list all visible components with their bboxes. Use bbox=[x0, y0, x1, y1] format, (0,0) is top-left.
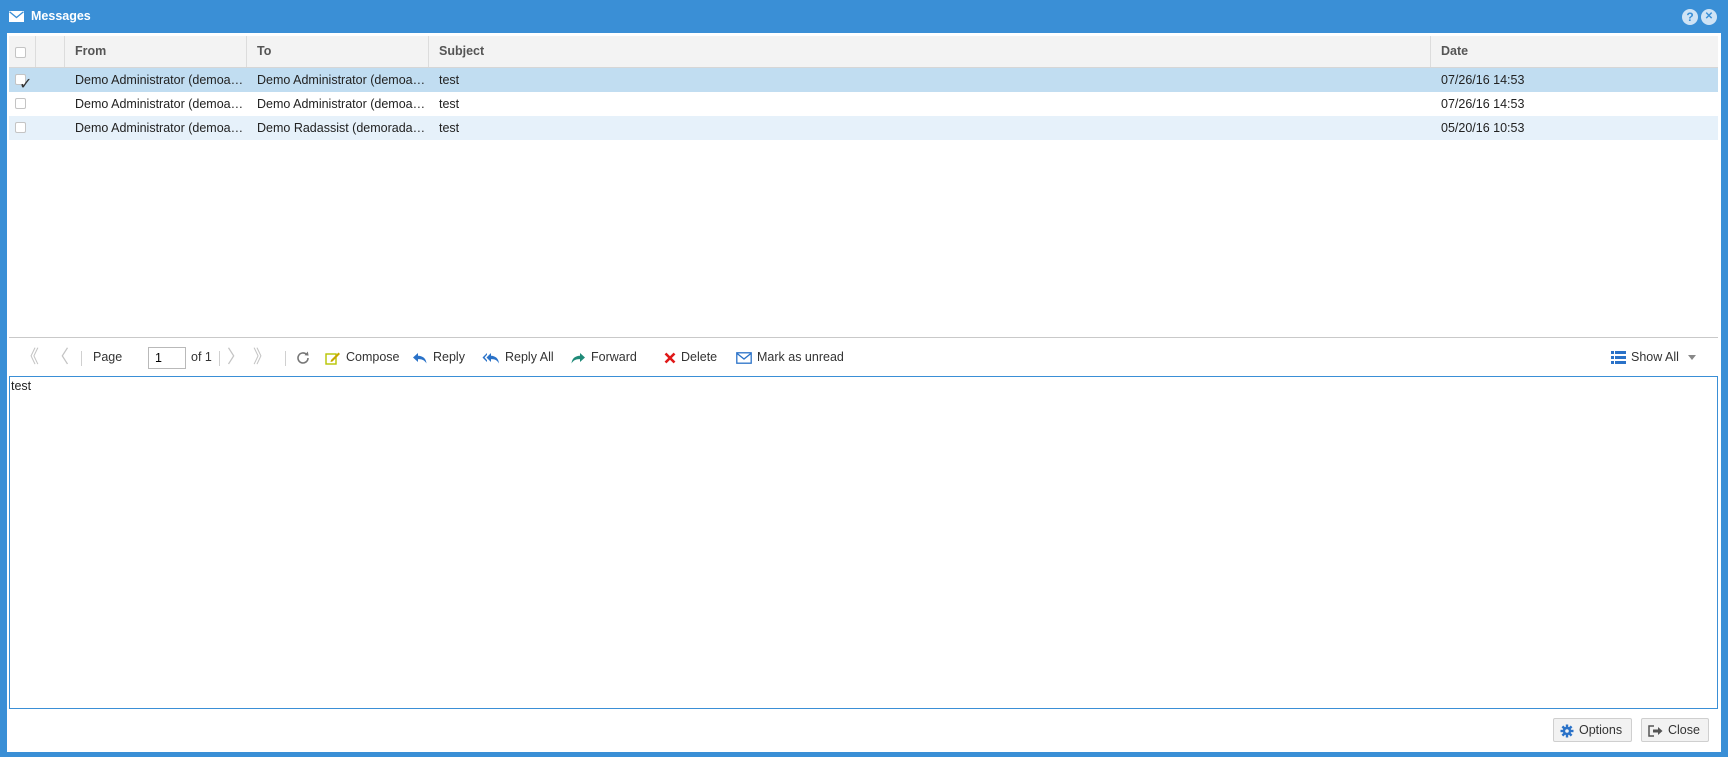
reply-button[interactable]: Reply bbox=[412, 339, 465, 375]
last-page-icon[interactable]: 》 bbox=[253, 339, 271, 375]
prev-page-icon[interactable]: 〈 bbox=[51, 339, 69, 375]
help-icon[interactable]: ? bbox=[1682, 9, 1698, 25]
reply-all-button[interactable]: Reply All bbox=[482, 339, 554, 375]
cell-from: Demo Administrator (demoa… bbox=[75, 121, 244, 135]
reply-all-icon bbox=[482, 352, 499, 364]
page-label: Page bbox=[93, 350, 123, 364]
compose-label: Compose bbox=[346, 350, 400, 364]
table-row[interactable]: Demo Administrator (demoa… Demo Administ… bbox=[9, 92, 1718, 116]
delete-label: Delete bbox=[681, 350, 718, 364]
reply-icon bbox=[413, 352, 427, 364]
row-checkbox[interactable] bbox=[15, 122, 26, 133]
compose-icon bbox=[325, 352, 340, 365]
toolbar-separator bbox=[285, 351, 286, 366]
select-all-checkbox[interactable] bbox=[15, 47, 26, 58]
message-grid: From To Subject Date ✓ Demo Administrato… bbox=[9, 36, 1718, 336]
column-to[interactable]: To bbox=[247, 36, 429, 67]
column-date[interactable]: Date bbox=[1431, 36, 1718, 67]
row-select-cell bbox=[9, 116, 65, 140]
next-page-icon[interactable]: 〉 bbox=[227, 339, 245, 375]
delete-button[interactable]: Delete bbox=[664, 339, 717, 375]
column-from[interactable]: From bbox=[65, 36, 247, 67]
splitter[interactable] bbox=[9, 337, 1718, 338]
checkmark-icon: ✓ bbox=[19, 76, 33, 93]
window-body: From To Subject Date ✓ Demo Administrato… bbox=[7, 33, 1721, 752]
cell-subject: test bbox=[439, 73, 460, 87]
toolbar-separator bbox=[81, 351, 82, 366]
cell-subject: test bbox=[439, 121, 460, 135]
page-of-label: of 1 bbox=[191, 350, 212, 364]
gear-icon bbox=[1560, 724, 1574, 738]
message-preview[interactable]: test bbox=[9, 376, 1718, 709]
table-row[interactable]: Demo Administrator (demoa… Demo Radassis… bbox=[9, 116, 1718, 140]
window-title: Messages bbox=[31, 9, 91, 23]
first-page-icon[interactable]: 《 bbox=[21, 339, 39, 375]
grid-header: From To Subject Date bbox=[9, 36, 1718, 68]
delete-icon bbox=[664, 352, 676, 364]
show-all-label: Show All bbox=[1631, 350, 1679, 364]
messages-window: Messages ? ✕ From To Subject Date ✓ Demo… bbox=[0, 0, 1728, 757]
reply-all-label: Reply All bbox=[505, 350, 554, 364]
mail-icon bbox=[9, 11, 24, 22]
table-row[interactable]: ✓ Demo Administrator (demoa… Demo Admini… bbox=[9, 68, 1718, 92]
title-bar: Messages ? ✕ bbox=[0, 0, 1728, 32]
cell-to: Demo Administrator (demoa… bbox=[257, 73, 426, 87]
message-toolbar: 《 〈 Page of 1 〉 》 Compose bbox=[9, 339, 1718, 375]
preview-body: test bbox=[11, 379, 32, 393]
refresh-button[interactable] bbox=[295, 339, 316, 375]
list-icon bbox=[1611, 351, 1626, 365]
chevron-down-icon bbox=[1688, 355, 1697, 361]
refresh-icon bbox=[297, 351, 309, 364]
forward-label: Forward bbox=[591, 350, 637, 364]
mark-unread-button[interactable]: Mark as unread bbox=[736, 339, 844, 375]
sign-out-icon bbox=[1648, 724, 1663, 737]
mark-unread-label: Mark as unread bbox=[757, 350, 844, 364]
cell-from: Demo Administrator (demoa… bbox=[75, 73, 244, 87]
cell-from: Demo Administrator (demoa… bbox=[75, 97, 244, 111]
page-number-input[interactable] bbox=[148, 347, 186, 369]
row-select-cell: ✓ bbox=[9, 68, 65, 92]
options-label: Options bbox=[1579, 723, 1623, 737]
cell-date: 05/20/16 10:53 bbox=[1441, 121, 1525, 135]
cell-subject: test bbox=[439, 97, 460, 111]
forward-icon bbox=[571, 352, 585, 364]
column-subject[interactable]: Subject bbox=[429, 36, 1431, 67]
close-icon[interactable]: ✕ bbox=[1701, 9, 1717, 25]
row-checkbox[interactable]: ✓ bbox=[15, 74, 32, 92]
cell-to: Demo Administrator (demoa… bbox=[257, 97, 426, 111]
mark-unread-icon bbox=[736, 351, 752, 364]
toolbar-separator bbox=[219, 351, 220, 366]
cell-date: 07/26/16 14:53 bbox=[1441, 97, 1525, 111]
close-label: Close bbox=[1668, 723, 1700, 737]
reply-label: Reply bbox=[433, 350, 465, 364]
cell-date: 07/26/16 14:53 bbox=[1441, 73, 1525, 87]
row-checkbox[interactable] bbox=[15, 98, 26, 109]
close-button[interactable]: Close bbox=[1641, 718, 1709, 742]
header-spacer bbox=[36, 36, 65, 67]
compose-button[interactable]: Compose bbox=[325, 339, 400, 375]
cell-to: Demo Radassist (demorada… bbox=[257, 121, 426, 135]
options-button[interactable]: Options bbox=[1553, 718, 1632, 742]
forward-button[interactable]: Forward bbox=[570, 339, 637, 375]
select-all-cell bbox=[9, 36, 36, 67]
show-all-dropdown[interactable]: Show All bbox=[1611, 339, 1697, 375]
row-select-cell bbox=[9, 92, 65, 116]
